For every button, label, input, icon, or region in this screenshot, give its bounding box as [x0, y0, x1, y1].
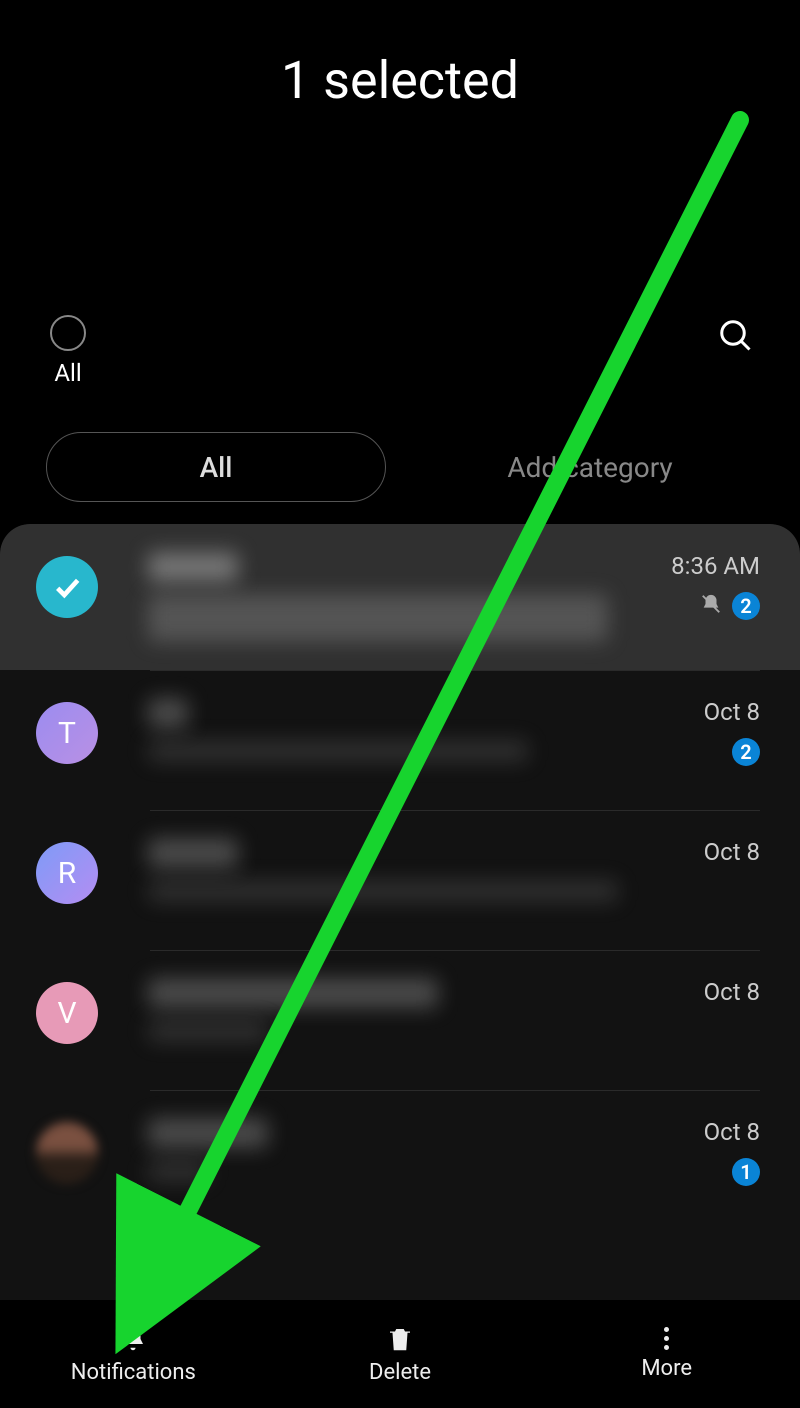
contact-name-redacted — [148, 978, 438, 1008]
unread-badge: 2 — [732, 738, 760, 766]
conversation-preview — [98, 1118, 704, 1182]
select-all-toggle[interactable]: All — [50, 315, 86, 387]
conversation-list[interactable]: 8:36 AM 2 T Oct 8 2 R Oct 8 V Oct 8 Oct 8 1 — [0, 524, 800, 1300]
contact-name-redacted — [148, 838, 238, 868]
conversation-row[interactable]: T Oct 8 2 — [0, 670, 800, 810]
conversation-time: Oct 8 — [704, 1118, 760, 1146]
conversation-row[interactable]: R Oct 8 — [0, 810, 800, 950]
conversation-time: Oct 8 — [704, 838, 760, 866]
conversation-preview — [98, 552, 671, 642]
more-label: More — [641, 1356, 692, 1381]
conversation-preview — [98, 698, 704, 762]
trash-icon — [385, 1324, 415, 1354]
contact-avatar: V — [36, 982, 98, 1044]
delete-label: Delete — [369, 1360, 431, 1385]
filter-all-pill[interactable]: All — [46, 432, 386, 502]
selected-check-icon — [36, 556, 98, 618]
message-preview-redacted — [148, 1020, 268, 1042]
conversation-meta: Oct 8 2 — [704, 698, 760, 766]
notifications-label: Notifications — [71, 1360, 196, 1385]
conversation-preview — [98, 978, 704, 1042]
conversation-preview — [98, 838, 704, 902]
conversation-meta: Oct 8 1 — [704, 1118, 760, 1186]
contact-avatar: T — [36, 702, 98, 764]
search-button[interactable] — [718, 318, 754, 358]
conversation-row[interactable]: Oct 8 1 — [0, 1090, 800, 1230]
message-preview-redacted — [148, 594, 608, 642]
delete-action[interactable]: Delete — [267, 1300, 534, 1408]
notifications-action[interactable]: Notifications — [0, 1300, 267, 1408]
conversation-time: Oct 8 — [704, 978, 760, 1006]
bell-icon — [118, 1324, 148, 1354]
select-all-label: All — [50, 359, 86, 387]
contact-name-redacted — [148, 1118, 268, 1148]
contact-name-redacted — [148, 552, 238, 582]
unread-badge: 2 — [732, 592, 760, 620]
category-filter-row: All Add category — [46, 432, 754, 502]
contact-avatar — [36, 1122, 98, 1184]
unread-badge: 1 — [732, 1158, 760, 1186]
more-dots-icon — [664, 1327, 669, 1350]
contact-name-redacted — [148, 698, 188, 728]
message-preview-redacted — [148, 740, 528, 762]
more-action[interactable]: More — [533, 1300, 800, 1408]
message-preview-redacted — [148, 1160, 208, 1182]
selection-title: 1 selected — [0, 50, 800, 111]
conversation-time: Oct 8 — [704, 698, 760, 726]
message-preview-redacted — [148, 880, 618, 902]
conversation-row[interactable]: V Oct 8 — [0, 950, 800, 1090]
conversation-time: 8:36 AM — [671, 552, 760, 580]
conversation-row[interactable]: 8:36 AM 2 — [0, 524, 800, 670]
conversation-meta: 8:36 AM 2 — [671, 552, 760, 620]
contact-avatar: R — [36, 842, 98, 904]
conversation-meta: Oct 8 — [704, 838, 760, 866]
search-icon — [718, 318, 754, 354]
conversation-meta: Oct 8 — [704, 978, 760, 1006]
add-category-button[interactable]: Add category — [426, 451, 754, 484]
bottom-action-bar: Notifications Delete More — [0, 1300, 800, 1408]
muted-bell-icon — [700, 593, 722, 619]
select-all-circle-icon — [50, 315, 86, 351]
